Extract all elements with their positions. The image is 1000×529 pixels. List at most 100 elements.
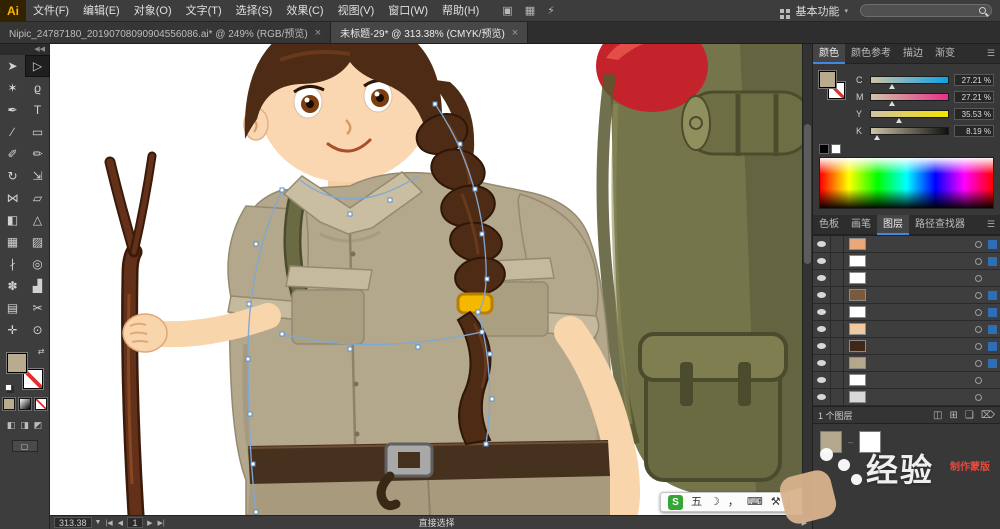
search-input[interactable] bbox=[866, 5, 979, 16]
vertical-scrollbar-thumb[interactable] bbox=[804, 124, 811, 264]
last-artboard-icon[interactable]: ▶| bbox=[156, 519, 165, 527]
pen-tool[interactable]: ✒ bbox=[0, 99, 25, 121]
channel-value[interactable]: 27.21 % bbox=[954, 73, 994, 86]
slider-thumb-icon[interactable] bbox=[888, 100, 895, 106]
object-thumbnail[interactable] bbox=[820, 431, 842, 453]
menu-item[interactable]: 窗口(W) bbox=[381, 0, 435, 22]
menu-item[interactable]: 效果(C) bbox=[279, 0, 330, 22]
rectangle-tool[interactable]: ▭ bbox=[25, 121, 50, 143]
visibility-cell[interactable] bbox=[813, 321, 831, 337]
direct-selection-tool[interactable]: ▷ bbox=[25, 55, 50, 77]
hand-tool[interactable]: ✛ bbox=[0, 319, 25, 341]
target-circle-icon[interactable] bbox=[975, 308, 982, 316]
panel-fill-swatch[interactable] bbox=[819, 71, 836, 88]
target-circle-icon[interactable] bbox=[975, 291, 982, 299]
layer-row[interactable] bbox=[813, 236, 1000, 253]
tab-close-icon[interactable]: × bbox=[512, 27, 518, 39]
mesh-tool[interactable]: ▦ bbox=[0, 231, 25, 253]
visibility-cell[interactable] bbox=[813, 338, 831, 354]
slider-thumb-icon[interactable] bbox=[895, 117, 902, 123]
selection-tool[interactable]: ➤ bbox=[0, 55, 25, 77]
menu-item[interactable]: 视图(V) bbox=[331, 0, 382, 22]
artboard-tool[interactable]: ▤ bbox=[0, 297, 25, 319]
clipping-mask-icon[interactable]: ◫ bbox=[933, 410, 942, 421]
rotate-tool[interactable]: ↻ bbox=[0, 165, 25, 187]
paintbrush-tool[interactable]: ✐ bbox=[0, 143, 25, 165]
column-graph-tool[interactable]: ▟ bbox=[25, 275, 50, 297]
lock-cell[interactable] bbox=[831, 236, 844, 252]
panel-tab-渐变[interactable]: 渐变 bbox=[929, 44, 961, 64]
magic-wand-tool[interactable]: ✶ bbox=[0, 77, 25, 99]
channel-slider[interactable] bbox=[870, 126, 949, 140]
layers-panel-menu-icon[interactable]: ☰ bbox=[987, 219, 1000, 230]
mask-thumbnail[interactable] bbox=[859, 431, 882, 453]
symbol-sprayer-tool[interactable]: ✽ bbox=[0, 275, 25, 297]
ime-item[interactable]: ☽ bbox=[710, 496, 720, 508]
layer-row[interactable] bbox=[813, 389, 1000, 406]
default-fill-stroke-icon[interactable] bbox=[4, 384, 12, 391]
ime-item[interactable]: ⌨ bbox=[747, 496, 763, 508]
layer-row[interactable] bbox=[813, 355, 1000, 372]
channel-value[interactable]: 27.21 % bbox=[954, 90, 994, 103]
visibility-cell[interactable] bbox=[813, 372, 831, 388]
menu-share-icon[interactable]: ⚡ bbox=[547, 4, 555, 17]
zoom-dropdown-icon[interactable]: ▼ bbox=[95, 519, 102, 526]
channel-slider[interactable] bbox=[870, 109, 949, 123]
panel-fill-stroke[interactable] bbox=[819, 71, 849, 107]
scale-tool[interactable]: ⇲ bbox=[25, 165, 50, 187]
layer-row[interactable] bbox=[813, 372, 1000, 389]
layer-row[interactable] bbox=[813, 304, 1000, 321]
panel-tab-路径查找器[interactable]: 路径查找器 bbox=[909, 215, 971, 235]
illustrator-logo[interactable]: Ai bbox=[0, 0, 26, 21]
zoom-tool[interactable]: ⊙ bbox=[25, 319, 50, 341]
menu-item[interactable]: 帮助(H) bbox=[435, 0, 486, 22]
document-tab[interactable]: Nipic_24787180_20190708090904556086.ai* … bbox=[0, 22, 332, 43]
slider-thumb-icon[interactable] bbox=[874, 134, 881, 140]
slider-thumb-icon[interactable] bbox=[888, 83, 895, 89]
first-artboard-icon[interactable]: |◀ bbox=[104, 519, 113, 527]
white-swatch[interactable] bbox=[831, 143, 841, 154]
type-tool[interactable]: T bbox=[25, 99, 50, 121]
visibility-cell[interactable] bbox=[813, 389, 831, 405]
black-swatch[interactable] bbox=[819, 143, 829, 154]
channel-value[interactable]: 8.19 % bbox=[954, 124, 994, 137]
menu-item[interactable]: 对象(O) bbox=[127, 0, 179, 22]
document-tab[interactable]: 未标题-29* @ 313.38% (CMYK/预览) × bbox=[331, 22, 529, 43]
channel-slider[interactable] bbox=[870, 92, 949, 106]
ime-item[interactable]: 五 bbox=[691, 496, 702, 508]
lock-cell[interactable] bbox=[831, 372, 844, 388]
menu-arrange-documents-icon[interactable]: ▦ bbox=[525, 4, 535, 17]
lasso-tool[interactable]: ϱ bbox=[25, 77, 50, 99]
layer-row[interactable] bbox=[813, 321, 1000, 338]
sogou-logo-icon[interactable]: S bbox=[668, 494, 683, 510]
slice-tool[interactable]: ✂ bbox=[25, 297, 50, 319]
color-button[interactable] bbox=[2, 398, 15, 410]
panel-tab-画笔[interactable]: 画笔 bbox=[845, 215, 877, 235]
workspace-switcher[interactable]: 基本功能 ▾ bbox=[780, 3, 848, 19]
channel-slider[interactable] bbox=[870, 75, 949, 89]
input-method-bar[interactable]: S 五 ☽ ， ⌨ ⚒ bbox=[660, 492, 789, 512]
target-circle-icon[interactable] bbox=[975, 240, 982, 248]
tab-close-icon[interactable]: × bbox=[315, 27, 321, 39]
line-segment-tool[interactable]: ∕ bbox=[0, 121, 25, 143]
visibility-cell[interactable] bbox=[813, 355, 831, 371]
eyedropper-tool[interactable]: ∤ bbox=[0, 253, 25, 275]
layer-row[interactable] bbox=[813, 270, 1000, 287]
panel-tab-颜色参考[interactable]: 颜色参考 bbox=[845, 44, 897, 64]
new-sublayer-icon[interactable]: ⊞ bbox=[950, 410, 958, 421]
target-circle-icon[interactable] bbox=[975, 274, 982, 282]
panel-tab-图层[interactable]: 图层 bbox=[877, 214, 909, 235]
menu-stock-icon[interactable]: ▣ bbox=[502, 4, 512, 17]
delete-layer-icon[interactable]: ⌦ bbox=[981, 410, 995, 421]
ime-item[interactable]: ， bbox=[728, 496, 739, 508]
layer-row[interactable] bbox=[813, 287, 1000, 304]
perspective-grid-tool[interactable]: △ bbox=[25, 209, 50, 231]
lock-cell[interactable] bbox=[831, 338, 844, 354]
tools-collapse-icon[interactable]: ◀◀ bbox=[0, 44, 49, 55]
gradient-button[interactable] bbox=[18, 398, 31, 410]
target-circle-icon[interactable] bbox=[975, 376, 982, 384]
free-transform-tool[interactable]: ▱ bbox=[25, 187, 50, 209]
color-panel-menu-icon[interactable]: ☰ bbox=[987, 48, 1000, 59]
draw-behind-icon[interactable]: ◨ bbox=[20, 420, 29, 431]
width-tool[interactable]: ⋈ bbox=[0, 187, 25, 209]
